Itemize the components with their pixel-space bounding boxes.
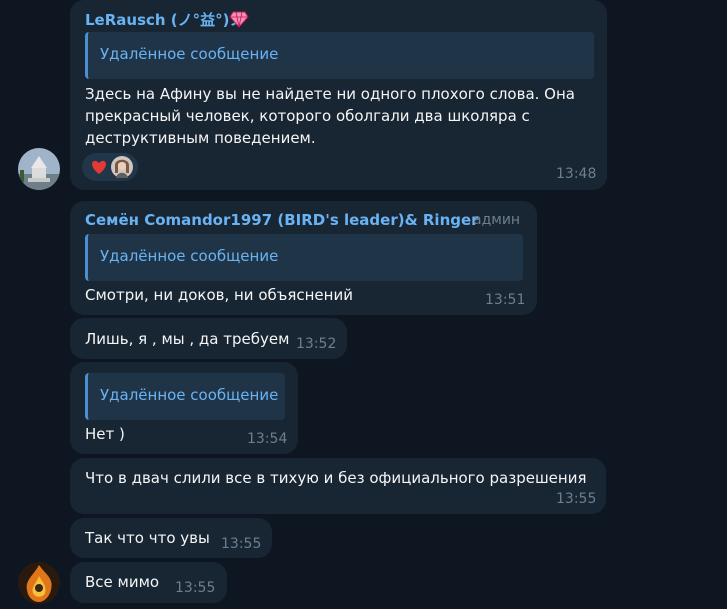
message-author[interactable]: LeRausch (ノ°益°)ノ [85, 9, 245, 30]
reply-quote[interactable]: Удалённое сообщение [85, 32, 594, 79]
message-time: 13:54 [247, 431, 288, 447]
message-time: 13:55 [221, 536, 262, 552]
reply-quote[interactable]: Удалённое сообщение [85, 234, 523, 281]
message-bubble[interactable]: Так что что увы 13:55 [70, 518, 272, 558]
reply-label: Удалённое сообщение [100, 45, 279, 63]
admin-badge: админ [473, 212, 521, 228]
message-time: 13:52 [296, 336, 337, 352]
message-text: Нет ) [85, 425, 125, 443]
message-text-line: Здесь на Афину вы не найдете ни одного п… [85, 85, 575, 103]
message-bubble[interactable]: Все мимо 13:55 [70, 562, 227, 603]
message-time: 13:55 [175, 580, 216, 596]
diamond-heart-icon [229, 11, 249, 28]
message-text: Лишь, я , мы , да требуем [85, 330, 290, 348]
message-bubble[interactable]: Что в двач слили все в тихую и без офици… [70, 458, 606, 514]
message-text: Что в двач слили все в тихую и без офици… [85, 469, 587, 487]
message-time: 13:48 [556, 166, 597, 182]
user-avatar-flame[interactable] [18, 562, 60, 604]
reaction-chip[interactable] [82, 153, 138, 181]
reply-label: Удалённое сообщение [100, 247, 279, 265]
message-bubble[interactable]: Удалённое сообщение Нет ) 13:54 [70, 362, 298, 454]
message-time: 13:51 [485, 292, 526, 308]
message-bubble[interactable]: Лишь, я , мы , да требуем 13:52 [70, 318, 347, 359]
reply-label: Удалённое сообщение [100, 386, 279, 404]
message-text-line: деструктивным поведением. [85, 129, 316, 147]
message-text: Все мимо [85, 573, 160, 591]
message-author[interactable]: Семён Comandor1997 (BIRD's leader)& Ring… [85, 211, 479, 229]
message-bubble[interactable]: Семён Comandor1997 (BIRD's leader)& Ring… [70, 201, 537, 315]
message-text-line: прекрасный человек, которого оболгали дв… [85, 107, 530, 125]
user-avatar-lerausch[interactable] [18, 148, 60, 190]
heart-icon [92, 160, 106, 174]
reply-quote[interactable]: Удалённое сообщение [85, 373, 285, 420]
message-text: Смотри, ни доков, ни объяснений [85, 286, 353, 304]
message-bubble[interactable]: LeRausch (ノ°益°)ノ Удалённое сообщение Зде… [70, 0, 607, 190]
message-time: 13:55 [556, 491, 597, 507]
message-text: Так что что увы [85, 529, 210, 547]
reactor-avatar [111, 156, 133, 178]
